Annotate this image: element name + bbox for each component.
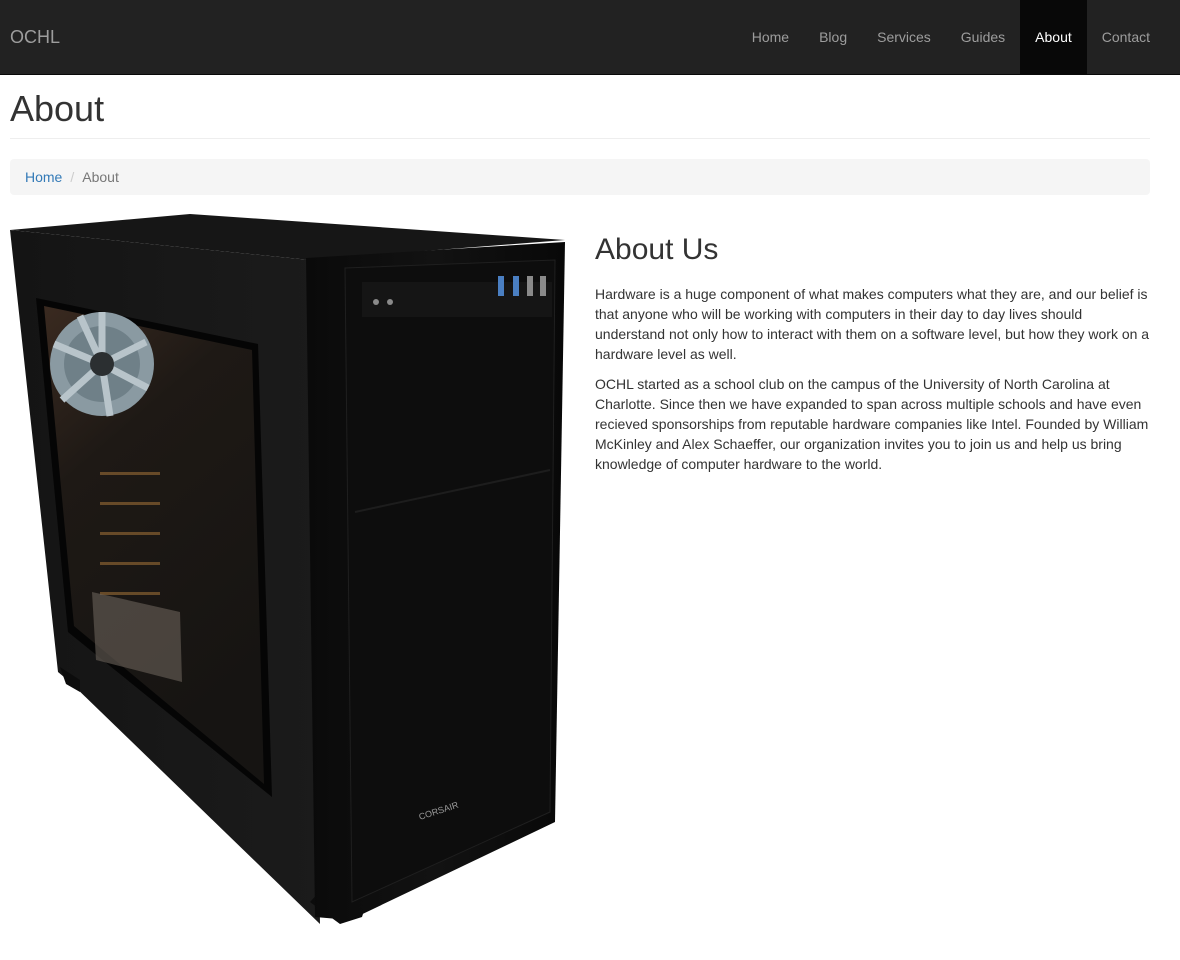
fan-graphic xyxy=(50,312,154,417)
nav-item-about[interactable]: About xyxy=(1020,0,1087,74)
about-section: About Us Hardware is a huge component of… xyxy=(595,230,1150,484)
nav-item-services[interactable]: Services xyxy=(862,0,946,74)
about-paragraph-1: Hardware is a huge component of what mak… xyxy=(595,286,1150,362)
nav-item-home[interactable]: Home xyxy=(737,0,804,74)
pc-case-image: CORSAIR xyxy=(10,214,565,924)
nav-item-guides[interactable]: Guides xyxy=(946,0,1020,74)
page-title: About xyxy=(10,88,105,129)
breadcrumb-home-link[interactable]: Home xyxy=(25,169,62,185)
page-header: About xyxy=(10,82,1150,139)
navbar: OCHL Home Blog Services Guides About Con… xyxy=(0,0,1180,75)
nav-item-contact[interactable]: Contact xyxy=(1087,0,1165,74)
brand-logo[interactable]: OCHL xyxy=(10,27,60,47)
nav-item-blog[interactable]: Blog xyxy=(804,0,862,74)
breadcrumb-current: About xyxy=(82,169,119,185)
about-paragraph-2: OCHL started as a school club on the cam… xyxy=(595,376,1149,472)
breadcrumb: Home / About xyxy=(10,159,1150,195)
about-heading: About Us xyxy=(595,233,719,266)
breadcrumb-separator: / xyxy=(70,169,75,185)
nav-menu: Home Blog Services Guides About Contact xyxy=(737,0,1165,74)
